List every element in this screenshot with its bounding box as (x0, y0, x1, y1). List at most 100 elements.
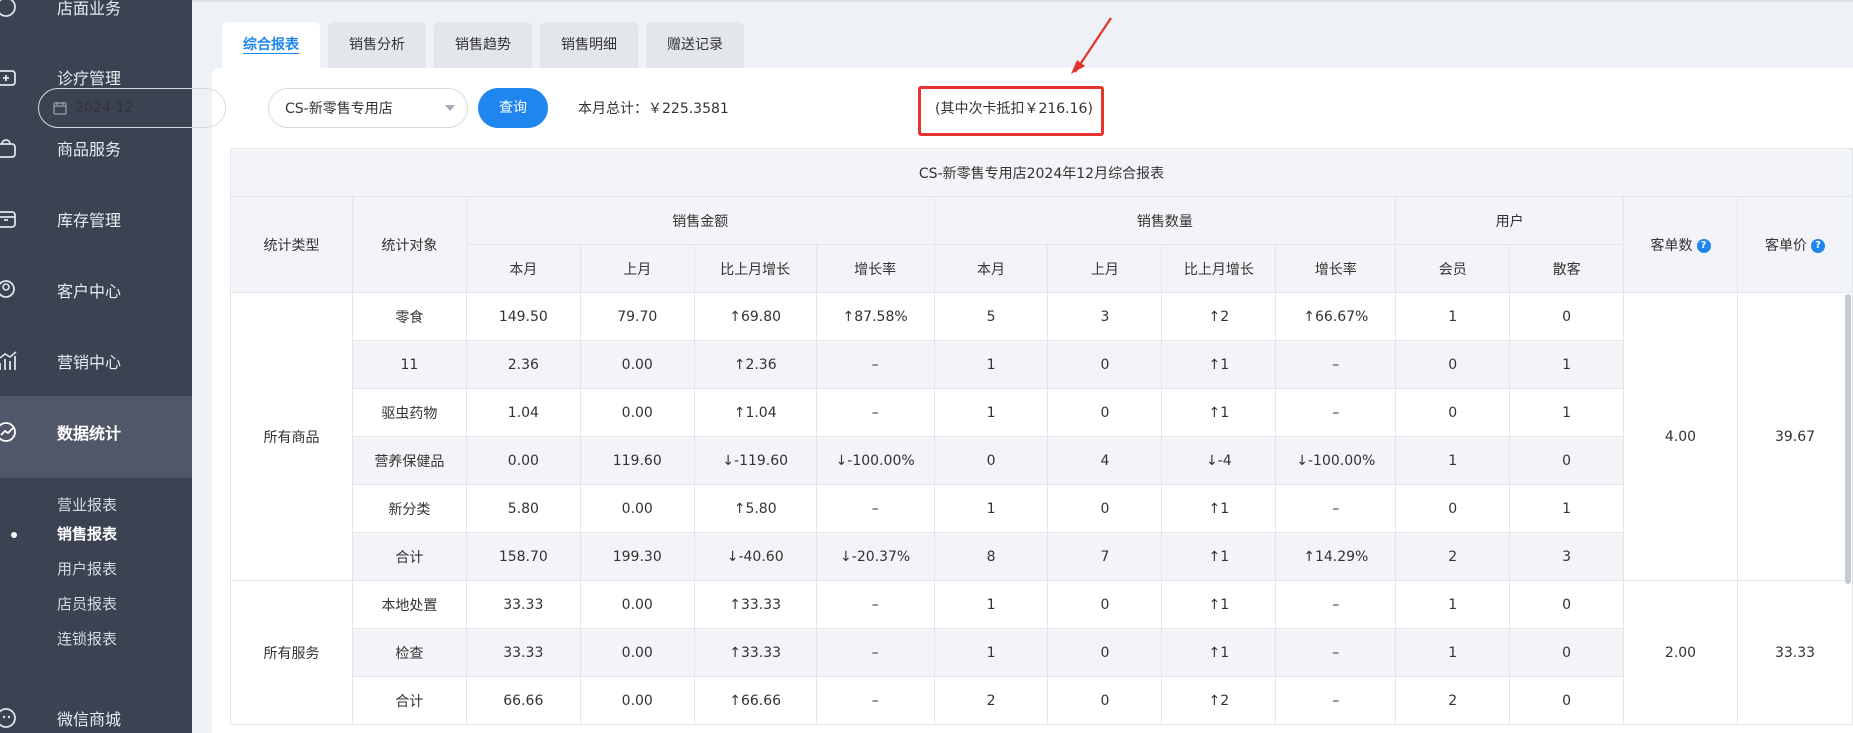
cell-amt-last: 79.70 (579, 292, 695, 341)
sub-item-sales-report[interactable]: 销售报表 (57, 523, 117, 544)
cell-walk-in: 1 (1509, 484, 1625, 533)
cell-qty-last: 0 (1047, 580, 1163, 629)
sidebar-item-inventory[interactable]: 库存管理 (0, 194, 192, 244)
store-icon (0, 0, 24, 19)
tab-sales-trend[interactable]: 销售趋势 (434, 22, 532, 68)
sidebar-item-customers[interactable]: 客户中心 (0, 265, 192, 315)
cell-qty-grow: ↑1 (1161, 484, 1277, 533)
report-tabs: 综合报表 销售分析 销售趋势 销售明细 赠送记录 (222, 22, 752, 68)
card-deduct-note: (其中次卡抵扣￥216.16) (935, 101, 1093, 117)
header-object: 统计对象 (351, 196, 467, 293)
help-icon[interactable]: ? (1696, 238, 1711, 253)
month-picker[interactable]: 2024-12 (38, 88, 226, 128)
header-avg-price: 客单价? (1736, 196, 1853, 293)
cell-amt-this: 2.36 (465, 340, 581, 389)
store-select-value: CS-新零售专用店 (285, 101, 393, 117)
cell-avg-price: 33.33 (1736, 580, 1853, 725)
cell-object: 本地处置 (351, 580, 467, 629)
header-order-count-label: 客单数 (1650, 237, 1693, 254)
header-sales-amount: 销售金额 (465, 196, 935, 245)
cell-walk-in: 3 (1509, 532, 1625, 581)
cell-qty-this: 1 (933, 340, 1049, 389)
cell-object: 检查 (351, 628, 467, 677)
cell-amt-grow: ↑5.80 (693, 484, 817, 533)
cell-walk-in: 0 (1509, 676, 1625, 725)
calendar-icon (53, 102, 67, 115)
vertical-scrollbar[interactable] (1845, 294, 1851, 584)
cell-amt-grow: ↓-40.60 (693, 532, 817, 581)
report-table: CS-新零售专用店2024年12月综合报表 统计类型 统计对象 销售金额 销售数… (230, 148, 1853, 725)
header-order-count: 客单数? (1623, 196, 1738, 293)
cell-amt-grow: ↑2.36 (693, 340, 817, 389)
store-select[interactable]: CS-新零售专用店 (268, 88, 468, 128)
cell-object[interactable]: 11 (351, 340, 467, 389)
sidebar-item-store-business[interactable]: 店面业务 (0, 0, 192, 32)
subheader-amt-last-month: 上月 (579, 244, 695, 293)
cell-amt-this: 66.66 (465, 676, 581, 725)
table-title: CS-新零售专用店2024年12月综合报表 (230, 148, 1853, 197)
sub-item-staff-report[interactable]: 店员报表 (57, 593, 117, 614)
cell-qty-grow: ↑1 (1161, 532, 1277, 581)
cell-amt-grow: ↑1.04 (693, 388, 817, 437)
sub-item-user-report[interactable]: 用户报表 (57, 558, 117, 579)
cell-amt-rate: ↓-20.37% (815, 532, 935, 581)
sidebar-item-label: 店面业务 (57, 0, 122, 18)
cell-amt-rate: ↓-100.00% (815, 436, 935, 485)
sub-item-chain-report[interactable]: 连锁报表 (57, 628, 117, 649)
sidebar-item-goods[interactable]: 商品服务 (0, 123, 192, 173)
cell-amt-grow: ↑69.80 (693, 292, 817, 341)
cell-object[interactable]: 营养保健品 (351, 436, 467, 485)
cell-amt-grow: ↓-119.60 (693, 436, 817, 485)
cell-walk-in: 1 (1509, 388, 1625, 437)
table-row: 驱虫药物 1.04 0.00 ↑1.04–1 0 ↑1–0 1 (231, 388, 1853, 437)
sidebar-item-label: 微信商城 (57, 710, 122, 729)
cell-walk-in: 0 (1509, 580, 1625, 629)
cell-type: 所有商品 (230, 292, 353, 581)
subheader-qty-this-month: 本月 (933, 244, 1049, 293)
cell-object[interactable]: 零食 (351, 292, 467, 341)
cell-qty-this: 5 (933, 292, 1049, 341)
cell-qty-grow: ↑1 (1161, 628, 1277, 677)
cell-object: 合计 (351, 532, 467, 581)
cell-walk-in: 0 (1509, 628, 1625, 677)
tab-gift-records[interactable]: 赠送记录 (646, 22, 744, 68)
active-dot (11, 532, 17, 538)
cell-amt-rate: – (815, 580, 935, 629)
cell-walk-in: 0 (1509, 292, 1625, 341)
cell-qty-this: 1 (933, 484, 1049, 533)
tab-sales-analysis[interactable]: 销售分析 (328, 22, 426, 68)
tab-sales-detail[interactable]: 销售明细 (540, 22, 638, 68)
table-header-row: 统计类型 统计对象 销售金额 销售数量 用户 客单数? 客单价? (230, 196, 1853, 293)
cell-amt-grow: ↑33.33 (693, 580, 817, 629)
cell-qty-grow: ↑2 (1161, 676, 1277, 725)
medical-kit-icon (0, 65, 24, 89)
sub-item-business-report[interactable]: 营业报表 (57, 494, 117, 515)
cell-object[interactable]: 新分类 (351, 484, 467, 533)
table-row: 所有商品 零食 149.50 79.70 ↑69.80 ↑87.58% 5 3 ↑2 ↑66.67… (230, 292, 1853, 581)
header-sales-qty: 销售数量 (933, 196, 1397, 245)
table-row: 营养保健品 0.00 119.60 ↓-119.60 ↓-100.00% 0 4 ↓-4 ↓-1… (231, 436, 1853, 485)
wechat-icon (0, 706, 24, 730)
cell-qty-rate: – (1275, 484, 1397, 533)
cell-qty-grow: ↓-4 (1161, 436, 1277, 485)
sidebar-item-wechat-mall[interactable]: 微信商城 (0, 693, 192, 733)
cell-qty-grow: ↑2 (1161, 292, 1277, 341)
cell-member: 1 (1395, 292, 1511, 341)
tab-comprehensive-report[interactable]: 综合报表 (222, 22, 320, 68)
cell-amt-rate: – (815, 628, 935, 677)
cell-qty-last: 7 (1047, 532, 1163, 581)
cell-amt-this: 158.70 (465, 532, 581, 581)
sidebar-item-label: 商品服务 (57, 140, 122, 159)
cell-member: 2 (1395, 532, 1511, 581)
cell-order-count: 4.00 (1623, 292, 1738, 581)
cell-order-count: 2.00 (1623, 580, 1738, 725)
cell-amt-last: 0.00 (579, 580, 695, 629)
cell-qty-rate: – (1275, 388, 1397, 437)
help-icon[interactable]: ? (1810, 238, 1825, 253)
sidebar-item-label: 诊疗管理 (57, 69, 122, 88)
sidebar-item-marketing[interactable]: 营销中心 (0, 336, 192, 386)
cell-object[interactable]: 驱虫药物 (351, 388, 467, 437)
sidebar-item-data-stats[interactable]: 数据统计 (0, 407, 192, 457)
cell-member: 1 (1395, 580, 1511, 629)
query-button[interactable]: 查询 (478, 88, 548, 128)
